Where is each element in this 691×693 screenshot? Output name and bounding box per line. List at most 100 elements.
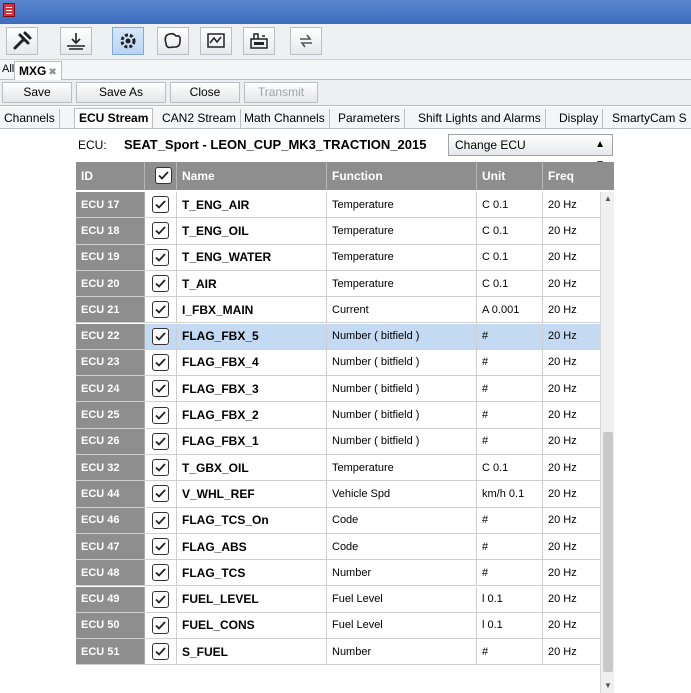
table-row[interactable]: ECU 19 T_ENG_WATER Temperature C 0.1 20 Hz xyxy=(76,244,600,271)
cell-unit[interactable]: # xyxy=(477,560,543,586)
table-row[interactable]: ECU 48 FLAG_TCS Number #20 Hz xyxy=(76,560,600,587)
select-all-checkbox[interactable] xyxy=(155,167,172,184)
table-row[interactable]: ECU 32 T_GBX_OIL Temperature C 0.1 20 Hz xyxy=(76,455,600,482)
scroll-thumb[interactable] xyxy=(603,432,613,672)
table-row[interactable]: ECU 24 FLAG_FBX_3 Number ( bitfield ) #20 H… xyxy=(76,376,600,403)
app-menu-icon[interactable] xyxy=(3,3,15,17)
track-map-icon[interactable] xyxy=(157,27,189,55)
cell-name[interactable]: FUEL_LEVEL xyxy=(177,586,327,612)
table-row[interactable]: ECU 18 T_ENG_OIL Temperature C 0.1 20 Hz xyxy=(76,218,600,245)
doc-tab-mxg[interactable]: MXG ✖ xyxy=(14,61,62,80)
enable-checkbox[interactable] xyxy=(152,353,169,371)
wrench-icon[interactable] xyxy=(6,27,38,55)
cell-unit[interactable]: # xyxy=(477,428,543,454)
tab-ecu-stream[interactable]: ECU Stream xyxy=(74,108,154,128)
table-row[interactable]: ECU 44 V_WHL_REF Vehicle Spd km/h 0.1 20 Hz xyxy=(76,481,600,508)
enable-checkbox[interactable] xyxy=(152,590,169,608)
enable-checkbox[interactable] xyxy=(152,301,169,319)
cell-name[interactable]: FLAG_ABS xyxy=(177,533,327,560)
header-freq[interactable]: Freq xyxy=(543,162,614,190)
cell-freq[interactable]: 20 Hz xyxy=(543,218,600,243)
tab-math-channels[interactable]: Math Channels xyxy=(240,109,330,128)
cell-function[interactable]: Temperature xyxy=(327,244,477,270)
cell-function[interactable]: Code xyxy=(327,507,477,533)
cell-freq[interactable]: 20 Hz xyxy=(543,587,600,612)
cell-name[interactable]: T_GBX_OIL xyxy=(177,455,327,481)
enable-checkbox[interactable] xyxy=(152,511,169,529)
cell-name[interactable]: I_FBX_MAIN xyxy=(177,297,327,323)
enable-checkbox[interactable] xyxy=(152,616,169,634)
cell-function[interactable]: Number xyxy=(327,639,477,665)
cell-name[interactable]: FLAG_FBX_4 xyxy=(177,349,327,376)
cell-unit[interactable]: C 0.1 xyxy=(477,455,543,481)
enable-checkbox[interactable] xyxy=(152,643,169,661)
cell-function[interactable]: Temperature xyxy=(327,270,477,297)
cell-freq[interactable]: 20 Hz xyxy=(543,560,600,585)
cell-unit[interactable]: C 0.1 xyxy=(477,244,543,270)
cell-name[interactable]: V_WHL_REF xyxy=(177,481,327,507)
cell-function[interactable]: Number ( bitfield ) xyxy=(327,402,477,428)
cell-function[interactable]: Number xyxy=(327,560,477,586)
cell-name[interactable]: FLAG_FBX_2 xyxy=(177,402,327,428)
table-row[interactable]: ECU 22 FLAG_FBX_5 Number ( bitfield ) #20 H… xyxy=(76,323,600,350)
cell-name[interactable]: FLAG_TCS xyxy=(177,560,327,586)
transfer-icon[interactable] xyxy=(290,27,322,55)
table-row[interactable]: ECU 23 FLAG_FBX_4 Number ( bitfield ) #20 H… xyxy=(76,349,600,377)
tab-channels[interactable]: Channels xyxy=(0,109,60,128)
close-button[interactable]: Close xyxy=(170,82,240,103)
cell-freq[interactable]: 20 Hz xyxy=(543,350,600,375)
cell-freq[interactable]: 20 Hz xyxy=(543,455,600,480)
table-row[interactable]: ECU 46 FLAG_TCS_On Code #20 Hz xyxy=(76,507,600,534)
cell-freq[interactable]: 20 Hz xyxy=(543,297,600,322)
tab-parameters[interactable]: Parameters xyxy=(334,109,406,128)
enable-checkbox[interactable] xyxy=(152,564,169,582)
cell-unit[interactable]: C 0.1 xyxy=(477,270,543,297)
cell-freq[interactable]: 20 Hz xyxy=(543,429,600,454)
transmit-button[interactable]: Transmit xyxy=(244,82,318,103)
cell-function[interactable]: Number ( bitfield ) xyxy=(327,376,477,402)
cell-freq[interactable]: 20 Hz xyxy=(543,324,600,349)
cell-function[interactable]: Temperature xyxy=(327,455,477,481)
change-ecu-dropdown[interactable]: Change ECU ▲▼ xyxy=(448,134,613,170)
cell-unit[interactable]: A 0.001 xyxy=(477,297,543,323)
table-row[interactable]: ECU 17 T_ENG_AIR Temperature C 0.1 20 Hz xyxy=(76,192,600,219)
header-id[interactable]: ID xyxy=(76,162,145,190)
cell-function[interactable]: Current xyxy=(327,297,477,323)
cell-name[interactable]: T_ENG_WATER xyxy=(177,244,327,270)
cell-unit[interactable]: l 0.1 xyxy=(477,586,543,612)
cell-freq[interactable]: 20 Hz xyxy=(543,192,600,217)
cell-function[interactable]: Temperature xyxy=(327,218,477,244)
enable-checkbox[interactable] xyxy=(152,459,169,477)
cell-freq[interactable]: 20 Hz xyxy=(543,271,600,296)
cell-name[interactable]: FUEL_CONS xyxy=(177,612,327,639)
cell-freq[interactable]: 20 Hz xyxy=(543,376,600,401)
scroll-up-icon[interactable]: ▲ xyxy=(601,192,615,206)
cell-freq[interactable]: 20 Hz xyxy=(543,613,600,638)
header-function[interactable]: Function xyxy=(327,162,477,190)
close-tab-icon[interactable]: ✖ xyxy=(48,67,56,78)
tab-display[interactable]: Display xyxy=(555,109,604,128)
cell-name[interactable]: T_AIR xyxy=(177,270,327,297)
cell-freq[interactable]: 20 Hz xyxy=(543,508,600,533)
enable-checkbox[interactable] xyxy=(152,538,169,556)
cell-freq[interactable]: 20 Hz xyxy=(543,245,600,270)
cell-unit[interactable]: # xyxy=(477,402,543,428)
cell-name[interactable]: FLAG_TCS_On xyxy=(177,507,327,533)
cell-function[interactable]: Fuel Level xyxy=(327,612,477,639)
tab-smartycam[interactable]: SmartyCam S xyxy=(608,109,691,128)
cell-unit[interactable]: # xyxy=(477,349,543,376)
vertical-scrollbar[interactable]: ▲ ▼ xyxy=(600,192,614,693)
cell-unit[interactable]: l 0.1 xyxy=(477,612,543,639)
cell-name[interactable]: T_ENG_AIR xyxy=(177,192,327,218)
dashboard-graph-icon[interactable] xyxy=(200,27,232,55)
enable-checkbox[interactable] xyxy=(152,380,169,398)
enable-checkbox[interactable] xyxy=(152,248,169,266)
enable-checkbox[interactable] xyxy=(152,432,169,450)
cell-freq[interactable]: 20 Hz xyxy=(543,481,600,506)
save-as-button[interactable]: Save As xyxy=(76,82,166,103)
enable-checkbox[interactable] xyxy=(152,196,169,214)
cell-function[interactable]: Number ( bitfield ) xyxy=(327,323,477,349)
header-name[interactable]: Name xyxy=(177,162,327,190)
gear-engine-icon[interactable] xyxy=(112,27,144,55)
tab-shift-lights-alarms[interactable]: Shift Lights and Alarms xyxy=(414,109,546,128)
